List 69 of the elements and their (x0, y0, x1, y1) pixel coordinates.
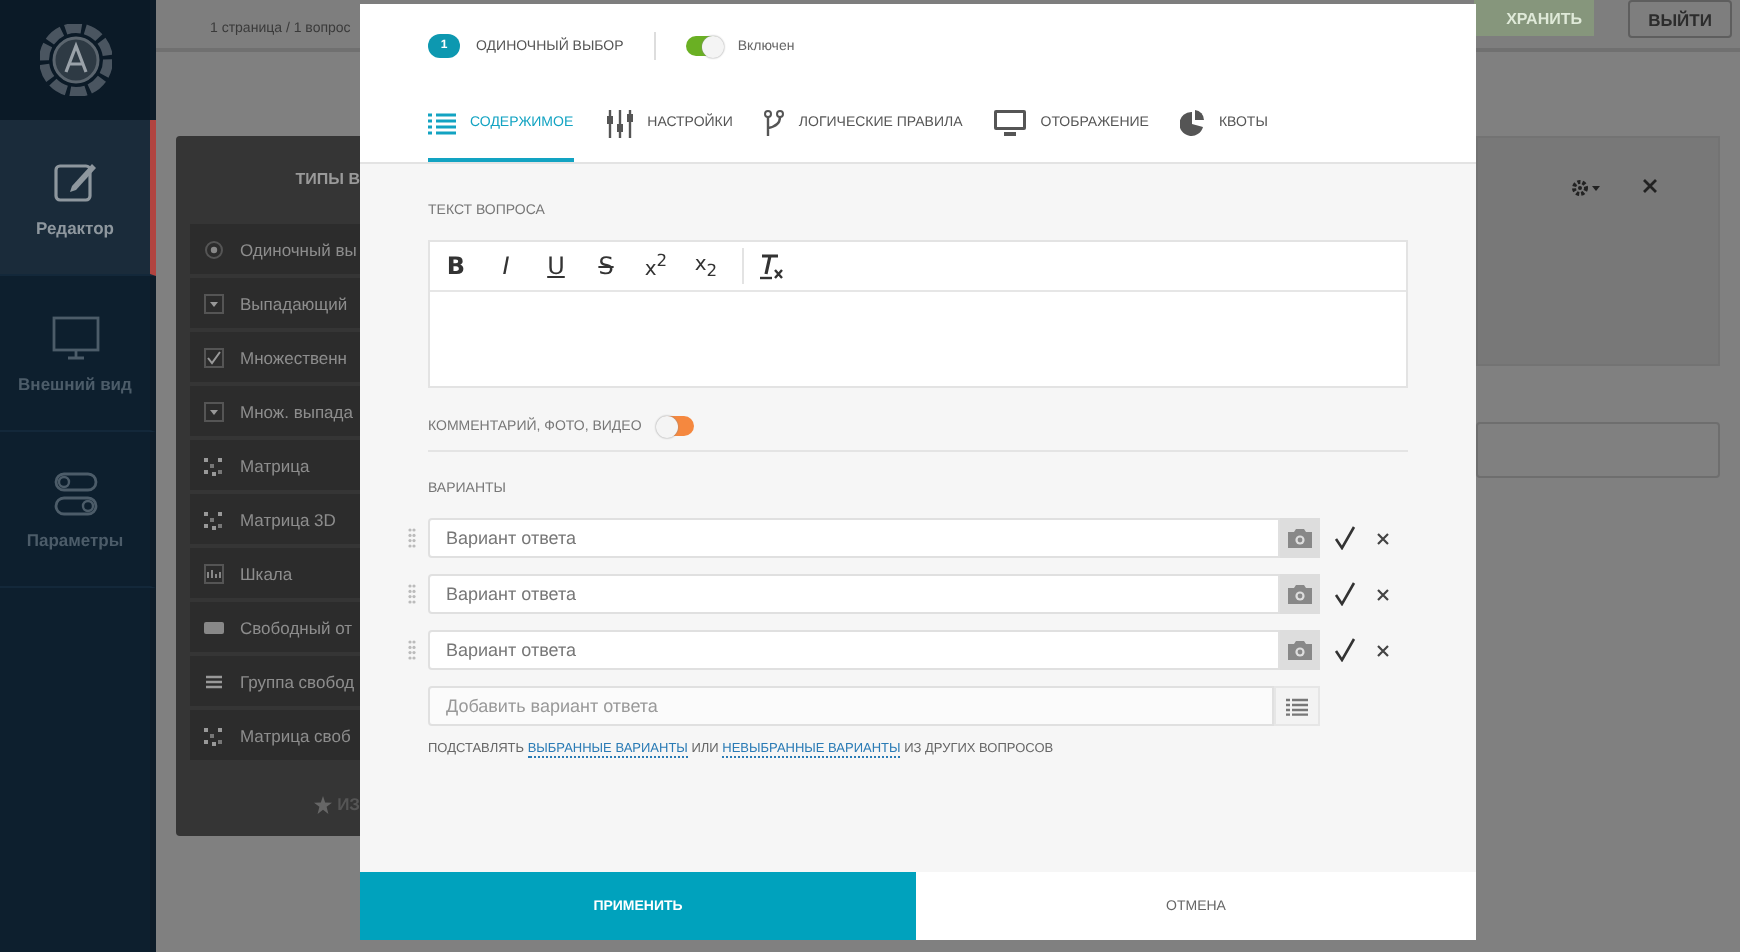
comments-toggle[interactable] (657, 416, 694, 436)
bulk-add-button[interactable] (1274, 686, 1320, 726)
delete-icon[interactable] (1376, 587, 1390, 601)
enabled-toggle[interactable] (685, 36, 722, 56)
question-type-item[interactable]: Выпадающий (190, 278, 360, 328)
star-icon (313, 795, 332, 813)
check-icon (204, 347, 224, 367)
check-icon[interactable] (1334, 582, 1356, 606)
list-icon (428, 111, 456, 135)
caret-icon (204, 293, 224, 313)
image-button[interactable] (1280, 518, 1320, 558)
sidebar-item[interactable]: Параметры (0, 432, 156, 588)
check-icon[interactable] (1334, 638, 1356, 662)
add-answer-input[interactable]: Добавить вариант ответа (428, 686, 1274, 726)
logo-icon (39, 24, 111, 96)
monitor-icon (49, 313, 101, 361)
clear-format-icon[interactable] (758, 252, 786, 280)
close-icon[interactable] (1642, 178, 1658, 194)
format-button[interactable]: S (592, 252, 620, 280)
panel-title: ТИПЫ В (293, 168, 360, 192)
question-type-item[interactable]: Одиночный вы (190, 224, 360, 274)
input-field[interactable] (1476, 422, 1720, 478)
save-button[interactable]: ХРАНИТЬ (1474, 0, 1594, 36)
rich-text-editor[interactable]: B I U S x$^{2}$ x$_{2}$ (428, 240, 1408, 388)
question-type-item[interactable]: Шкала (190, 548, 360, 598)
sidebar-item[interactable]: Внешний вид (0, 276, 156, 432)
drag-handle-icon[interactable] (408, 584, 416, 604)
drag-handle-icon[interactable] (408, 528, 416, 548)
question-type-item[interactable]: Матрица своб (190, 710, 360, 760)
answer-input[interactable]: Вариант ответа (428, 518, 1280, 558)
grid-icon (204, 725, 224, 745)
image-button[interactable] (1280, 574, 1320, 614)
sidebar-item[interactable]: Редактор (0, 120, 156, 276)
toggles-icon (49, 469, 101, 517)
format-button[interactable]: x$_{2}$ (692, 253, 720, 279)
lines-icon (204, 671, 224, 691)
answer-input[interactable]: Вариант ответа (428, 574, 1280, 614)
question-type-item[interactable]: Группа свобод (190, 656, 360, 706)
format-button[interactable]: I (492, 252, 520, 280)
list-icon (1286, 697, 1308, 715)
question-type-item[interactable]: Свободный от (190, 602, 360, 652)
sliders-icon (605, 109, 634, 137)
drag-handle-icon[interactable] (408, 640, 416, 660)
format-button[interactable]: x$^{2}$ (642, 250, 670, 282)
radio-icon (204, 239, 224, 259)
format-button[interactable]: B (442, 252, 470, 280)
image-button[interactable] (1280, 630, 1320, 670)
delete-icon[interactable] (1376, 643, 1390, 657)
camera-icon (1288, 528, 1312, 548)
grid-icon (204, 455, 224, 475)
camera-icon (1288, 640, 1312, 660)
gear-dropdown-icon[interactable] (1570, 178, 1602, 198)
exit-button[interactable]: ВЫЙТИ (1628, 0, 1732, 38)
check-icon[interactable] (1334, 526, 1356, 550)
question-type-item[interactable]: Матрица 3D (190, 494, 360, 544)
question-type-item[interactable]: Множ. выпада (190, 386, 360, 436)
caret-icon (204, 401, 224, 421)
pie-chart-icon (1180, 110, 1205, 136)
camera-icon (1288, 584, 1312, 604)
branch-icon (764, 109, 785, 137)
question-type-item[interactable]: Множественн (190, 332, 360, 382)
question-type-item[interactable]: Матрица (190, 440, 360, 490)
grid-icon (204, 509, 224, 529)
textbox-icon (204, 617, 224, 637)
format-button[interactable]: U (542, 252, 570, 280)
answer-input[interactable]: Вариант ответа (428, 630, 1280, 670)
delete-icon[interactable] (1376, 531, 1390, 545)
chart-icon (204, 563, 224, 583)
monitor-icon (994, 110, 1027, 136)
